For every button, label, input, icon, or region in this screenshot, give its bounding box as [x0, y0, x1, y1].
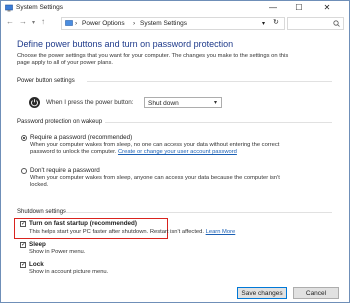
- search-input[interactable]: [287, 17, 344, 30]
- shutdown-settings-label: Shutdown settings: [17, 209, 67, 215]
- cancel-button[interactable]: Cancel: [293, 287, 339, 299]
- breadcrumb-system-settings[interactable]: System Settings: [140, 20, 187, 27]
- sleep-desc: Show in Power menu.: [29, 249, 86, 255]
- learn-more-link[interactable]: Learn More: [206, 229, 236, 235]
- require-password-radio[interactable]: [21, 135, 27, 141]
- dont-require-password-label[interactable]: Don't require a password: [30, 167, 100, 174]
- search-icon: [333, 20, 340, 27]
- power-button-action-select[interactable]: Shut down ▾: [144, 97, 222, 108]
- address-bar[interactable]: › Power Options › System Settings ▾ ↻: [61, 17, 285, 30]
- window-title: System Settings: [16, 4, 63, 11]
- divider: [87, 81, 332, 82]
- fast-startup-checkbox[interactable]: ✓: [20, 221, 26, 227]
- refresh-icon[interactable]: ↻: [273, 18, 279, 26]
- address-dropdown-icon[interactable]: ▾: [262, 20, 265, 27]
- breadcrumb-separator: ›: [75, 19, 78, 27]
- divider: [105, 122, 332, 123]
- maximize-button[interactable]: ☐: [289, 1, 309, 14]
- power-options-icon: [5, 4, 13, 12]
- require-password-label[interactable]: Require a password (recommended): [30, 134, 132, 141]
- breadcrumb-separator: ›: [133, 19, 136, 27]
- fast-startup-label[interactable]: Turn on fast startup (recommended): [29, 220, 137, 227]
- window: System Settings — ☐ ✕ ← → ▾ ↑ › Power Op…: [0, 0, 350, 303]
- up-icon[interactable]: ↑: [41, 17, 45, 26]
- divider: [65, 212, 332, 213]
- create-password-link[interactable]: Create or change your user account passw…: [118, 149, 237, 155]
- lock-label[interactable]: Lock: [29, 261, 44, 268]
- intro-text-line1: Choose the power settings that you want …: [17, 53, 289, 59]
- require-password-desc-line2: password to unlock the computer. Create …: [30, 149, 237, 155]
- forward-icon[interactable]: →: [19, 17, 27, 26]
- close-button[interactable]: ✕: [317, 1, 337, 14]
- intro-text-line2: page apply to all of your power plans.: [17, 60, 114, 66]
- lock-checkbox[interactable]: ✓: [20, 262, 26, 268]
- fast-startup-desc: This helps start your PC faster after sh…: [29, 229, 236, 235]
- minimize-button[interactable]: —: [263, 1, 283, 14]
- power-button-label: When I press the power button:: [46, 99, 134, 106]
- dont-require-password-radio[interactable]: [21, 168, 27, 174]
- power-button-settings-label: Power button settings: [17, 78, 75, 84]
- recent-locations-icon[interactable]: ▾: [32, 19, 35, 26]
- power-button-icon: [29, 97, 40, 108]
- title-bar: System Settings — ☐ ✕: [1, 1, 349, 15]
- lock-desc: Show in account picture menu.: [29, 269, 109, 275]
- back-icon[interactable]: ←: [6, 17, 14, 26]
- page-title: Define power buttons and turn on passwor…: [17, 39, 234, 49]
- password-protection-label: Password protection on wakeup: [17, 119, 103, 125]
- dont-require-password-desc-line2: locked.: [30, 182, 49, 188]
- control-panel-icon: [65, 20, 73, 26]
- dont-require-password-desc-line1: When your computer wakes from sleep, any…: [30, 175, 280, 181]
- sleep-label[interactable]: Sleep: [29, 241, 46, 248]
- chevron-down-icon: ▾: [213, 100, 217, 106]
- power-button-action-value: Shut down: [148, 100, 179, 107]
- breadcrumb-power-options[interactable]: Power Options: [82, 20, 125, 27]
- sleep-checkbox[interactable]: ✓: [20, 242, 26, 248]
- require-password-desc-line1: When your computer wakes from sleep, no …: [30, 142, 280, 148]
- save-changes-button[interactable]: Save changes: [237, 287, 287, 299]
